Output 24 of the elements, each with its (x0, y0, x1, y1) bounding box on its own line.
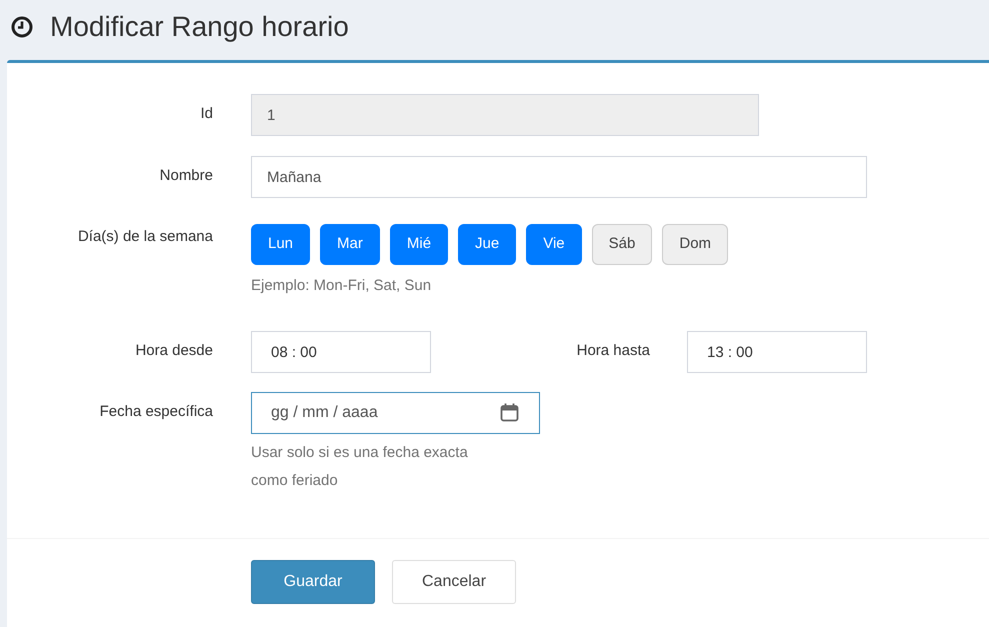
day-toggle[interactable]: Dom (662, 224, 728, 265)
field-label: Fecha específica (100, 402, 213, 422)
time-to-field[interactable]: 13 : 00 (687, 331, 867, 373)
field-label: Hora hasta (576, 341, 650, 361)
clock-icon (11, 16, 33, 38)
help-text: Usar solo si es una fecha exacta como feriado (251, 443, 469, 491)
day-toggle[interactable]: Mar (320, 224, 380, 265)
day-toggle[interactable]: Sáb (592, 224, 652, 265)
day-toggle[interactable]: Lun (251, 224, 310, 265)
calendar-icon (500, 403, 519, 422)
page-title: Modificar Rango horario (50, 10, 349, 44)
day-toggle[interactable]: Vie (526, 224, 582, 265)
save-button[interactable]: Guardar (251, 560, 375, 604)
cancel-button[interactable]: Cancelar (392, 560, 516, 604)
time-from-field[interactable]: 08 : 00 (251, 331, 431, 373)
day-toggle[interactable]: Jue (458, 224, 516, 265)
help-text: Ejemplo: Mon-Fri, Sat, Sun (251, 276, 432, 296)
day-toggle[interactable]: Mié (390, 224, 448, 265)
field-label: Nombre (160, 166, 213, 186)
field-label: Id (200, 104, 213, 124)
field-label: Día(s) de la semana (78, 227, 213, 247)
name-field[interactable]: Mañana (251, 156, 867, 198)
date-field[interactable]: gg / mm / aaaa (251, 392, 540, 434)
field-label: Hora desde (135, 341, 213, 361)
